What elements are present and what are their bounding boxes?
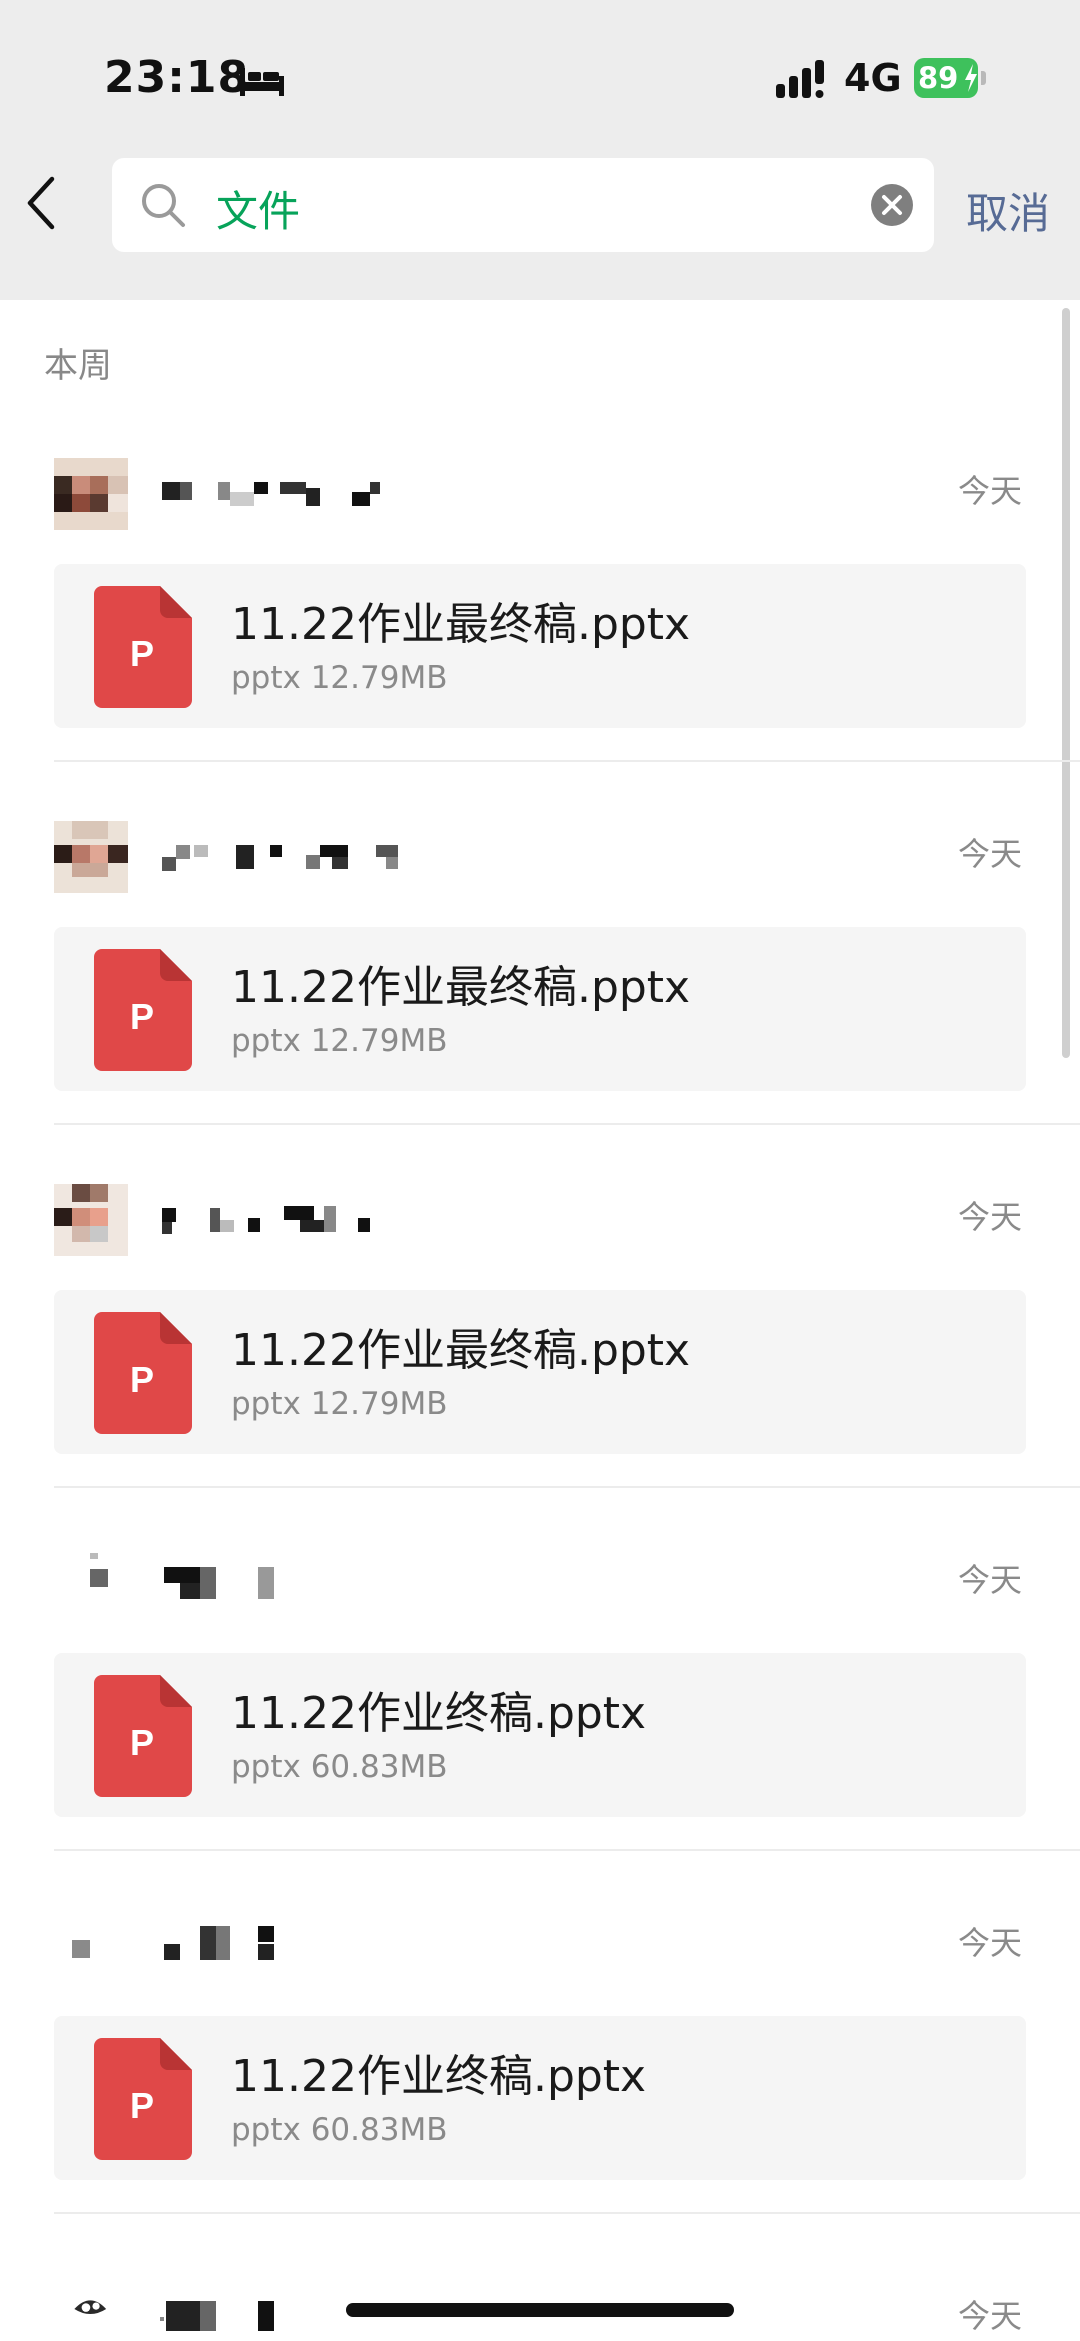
status-time: 23:18 (104, 52, 250, 103)
file-meta: pptx 60.83MB (231, 2112, 448, 2148)
divider (54, 1486, 1080, 1488)
avatar (54, 1547, 128, 1619)
avatar (54, 1910, 128, 1982)
file-meta: pptx 12.79MB (231, 1386, 448, 1422)
file-card[interactable]: P 11.22作业终稿.pptx pptx 60.83MB (54, 2016, 1026, 2180)
file-card[interactable]: P 11.22作业最终稿.pptx pptx 12.79MB (54, 564, 1026, 728)
file-card[interactable]: P 11.22作业终稿.pptx pptx 60.83MB (54, 1653, 1026, 1817)
file-name: 11.22作业最终稿.pptx (231, 1325, 691, 1376)
search-query[interactable]: 文件 (216, 178, 300, 239)
list-item[interactable]: 今天 P 11.22作业最终稿.pptx pptx 12.79MB (0, 1184, 1080, 1547)
file-meta: pptx 12.79MB (231, 1023, 448, 1059)
item-date: 今天 (958, 1198, 1023, 1236)
clear-icon[interactable] (870, 183, 914, 227)
divider (54, 1849, 1080, 1851)
top-bar: 23:18 4G 89 文件 取消 (0, 0, 1080, 300)
list-item[interactable]: 今天 P 11.22作业终稿.pptx pptx 60.83MB (0, 1910, 1080, 2273)
battery-cap (981, 71, 986, 85)
list-item[interactable]: 今天 P 11.22作业最终稿.pptx pptx 12.79MB (0, 458, 1080, 821)
item-date: 今天 (958, 1924, 1023, 1962)
file-type-letter: P (130, 1359, 154, 1400)
file-meta: pptx 60.83MB (231, 1749, 448, 1785)
avatar (54, 821, 128, 893)
bed-icon (240, 68, 284, 96)
avatar (54, 458, 128, 530)
redacted-name (164, 1926, 274, 1960)
divider (54, 2212, 1080, 2214)
charging-bolt-icon (965, 64, 977, 92)
divider (54, 760, 1080, 762)
avatar (64, 2283, 118, 2335)
file-meta: pptx 12.79MB (231, 660, 448, 696)
cancel-button[interactable]: 取消 (966, 180, 1050, 241)
file-type-letter: P (130, 633, 154, 674)
file-card[interactable]: P 11.22作业最终稿.pptx pptx 12.79MB (54, 927, 1026, 1091)
redacted-name (162, 482, 380, 506)
file-type-letter: P (130, 2085, 154, 2126)
redacted-name (162, 1206, 370, 1234)
search-icon (142, 184, 185, 227)
section-title: 本周 (44, 346, 112, 386)
network-type: 4G (844, 56, 902, 100)
list-item[interactable]: 今天 P 11.22作业最终稿.pptx pptx 12.79MB (0, 821, 1080, 1184)
file-name: 11.22作业终稿.pptx (231, 1688, 647, 1739)
ppt-file-icon: P (94, 1312, 192, 1434)
ppt-file-icon: P (94, 586, 192, 708)
file-name: 11.22作业最终稿.pptx (231, 962, 691, 1013)
redacted-name (162, 845, 398, 871)
redacted-name (164, 1567, 274, 1599)
back-icon[interactable] (22, 175, 62, 231)
list-item[interactable]: 今天 P 11.22作业终稿.pptx pptx 60.83MB (0, 1547, 1080, 1910)
item-date: 今天 (958, 472, 1023, 510)
file-card[interactable]: P 11.22作业最终稿.pptx pptx 12.79MB (54, 1290, 1026, 1454)
item-date: 今天 (958, 2297, 1023, 2335)
file-name: 11.22作业最终稿.pptx (231, 599, 691, 650)
divider (54, 1123, 1080, 1125)
ppt-file-icon: P (94, 2038, 192, 2160)
signal-icon (776, 60, 824, 98)
search-input[interactable]: 文件 (112, 158, 934, 252)
file-type-letter: P (130, 996, 154, 1037)
file-name: 11.22作业终稿.pptx (231, 2051, 647, 2102)
file-type-letter: P (130, 1722, 154, 1763)
redacted-name (160, 2301, 274, 2331)
ppt-file-icon: P (94, 949, 192, 1071)
battery-icon: 89 (914, 58, 986, 100)
home-indicator[interactable] (346, 2303, 734, 2317)
item-date: 今天 (958, 835, 1023, 873)
ppt-file-icon: P (94, 1675, 192, 1797)
status-bar: 23:18 4G 89 (0, 0, 1080, 150)
item-date: 今天 (958, 1561, 1023, 1599)
avatar (54, 1184, 128, 1256)
